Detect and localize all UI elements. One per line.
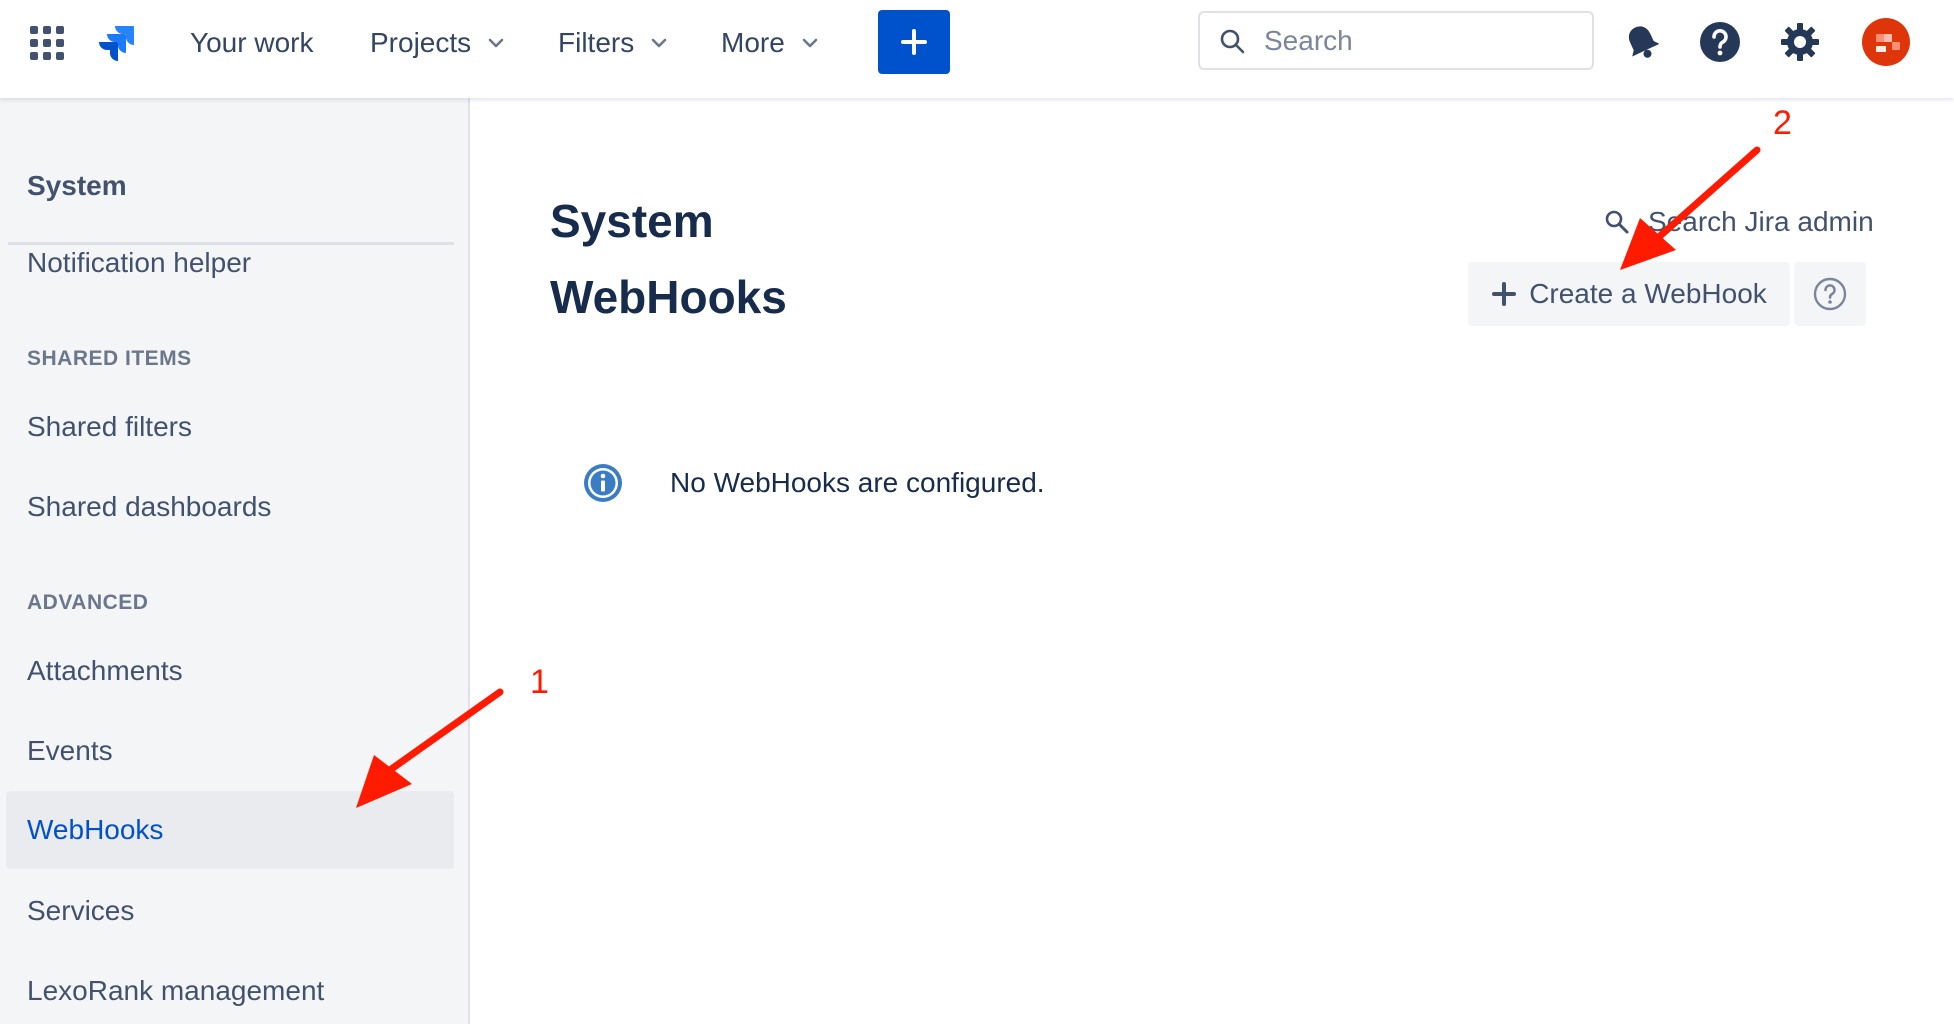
- sidebar-item-shared-dashboards[interactable]: Shared dashboards: [6, 468, 454, 546]
- search-field[interactable]: [1198, 11, 1594, 70]
- sidebar-item-services[interactable]: Services: [6, 872, 454, 950]
- sidebar-heading-advanced: ADVANCED: [27, 591, 149, 614]
- jira-logo-icon[interactable]: [97, 22, 137, 62]
- empty-state-text: No WebHooks are configured.: [670, 467, 1045, 498]
- sidebar-item-label: WebHooks: [27, 814, 164, 845]
- sidebar-item-label: Shared dashboards: [27, 491, 272, 522]
- apps-grid-icon[interactable]: [30, 26, 64, 60]
- chevron-down-icon: [488, 38, 504, 47]
- sidebar-item-attachments[interactable]: Attachments: [6, 632, 454, 710]
- nav-more[interactable]: More: [721, 0, 821, 85]
- create-webhook-button[interactable]: Create a WebHook: [1468, 262, 1790, 326]
- webhook-help-button[interactable]: [1794, 262, 1866, 326]
- sidebar-item-shared-filters[interactable]: Shared filters: [6, 388, 454, 466]
- chevron-down-icon: [802, 38, 818, 47]
- create-webhook-label: Create a WebHook: [1529, 278, 1767, 309]
- sidebar-item-lexorank-management[interactable]: LexoRank management: [6, 952, 454, 1030]
- nav-filters-label: Filters: [558, 26, 635, 58]
- nav-your-work[interactable]: Your work: [190, 0, 313, 85]
- create-button[interactable]: [878, 10, 950, 74]
- page-title-webhooks: WebHooks: [550, 271, 787, 323]
- nav-projects[interactable]: Projects: [370, 0, 507, 85]
- nav-projects-label: Projects: [370, 26, 472, 58]
- avatar[interactable]: [1862, 18, 1910, 66]
- search-jira-admin-link[interactable]: Search Jira admin: [1604, 206, 1874, 238]
- settings-gear-icon[interactable]: [1778, 20, 1822, 64]
- sidebar-item-label: Services: [27, 895, 135, 926]
- plus-icon: [901, 29, 927, 55]
- help-icon[interactable]: [1698, 20, 1742, 64]
- page-title-system: System: [550, 195, 714, 247]
- sidebar-item-label: Attachments: [27, 655, 183, 686]
- notifications-bell-icon[interactable]: [1620, 20, 1664, 64]
- annotation-number-1: 1: [530, 663, 549, 701]
- sidebar-item-label: Events: [27, 735, 113, 766]
- sidebar-item-label: Shared filters: [27, 411, 192, 442]
- sidebar-item-notification-helper[interactable]: Notification helper: [6, 224, 454, 302]
- search-jira-admin-label: Search Jira admin: [1648, 206, 1874, 237]
- sidebar-item-label: LexoRank management: [27, 975, 325, 1006]
- sidebar-heading-shared-items: SHARED ITEMS: [27, 347, 192, 370]
- admin-sidebar: System Notification helper SHARED ITEMS …: [0, 98, 470, 1024]
- annotation-number-2: 2: [1773, 104, 1792, 142]
- search-icon: [1220, 29, 1245, 53]
- chevron-down-icon: [651, 38, 667, 47]
- plus-icon: [1492, 282, 1517, 306]
- search-icon: [1605, 210, 1629, 234]
- sidebar-item-label: Notification helper: [27, 247, 252, 278]
- sidebar-item-webhooks[interactable]: WebHooks: [6, 791, 454, 869]
- top-navigation: Your work Projects Filters More: [0, 0, 1954, 98]
- nav-more-label: More: [721, 26, 785, 58]
- empty-state-message: No WebHooks are configured.: [582, 462, 1045, 504]
- sidebar-title: System: [27, 170, 127, 201]
- nav-filters[interactable]: Filters: [558, 0, 670, 85]
- help-circle-icon: [1813, 277, 1847, 311]
- sidebar-item-events[interactable]: Events: [6, 712, 454, 790]
- nav-your-work-label: Your work: [190, 26, 314, 58]
- search-input[interactable]: [1262, 23, 1586, 58]
- info-icon: [584, 464, 622, 502]
